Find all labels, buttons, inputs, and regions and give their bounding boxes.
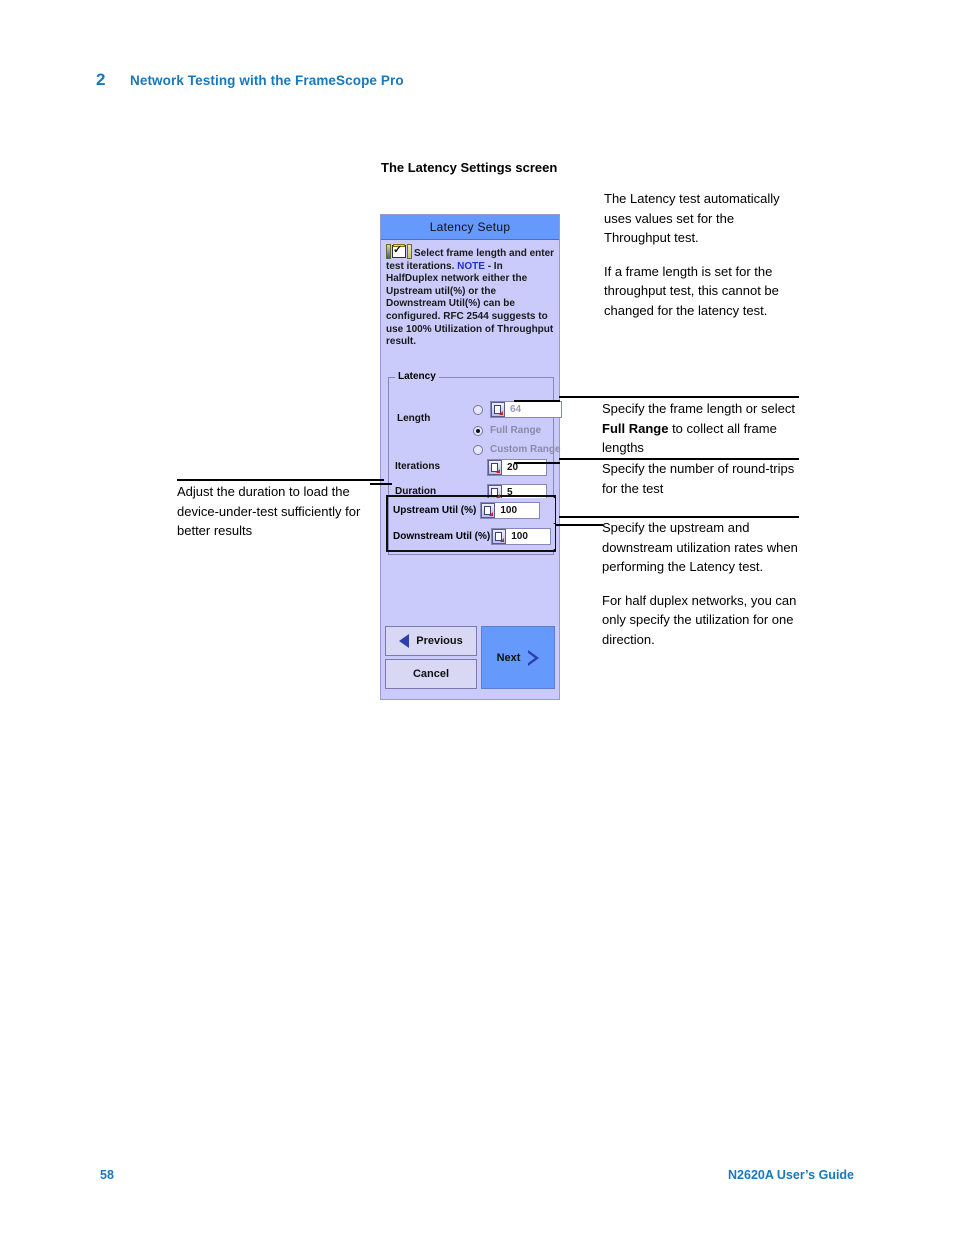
- checklist-icon: ✓: [386, 244, 412, 259]
- downstream-util-row[interactable]: Downstream Util (%) 100: [389, 524, 555, 549]
- upstream-util-label: Upstream Util (%): [393, 505, 477, 516]
- spinner-stepper-icon[interactable]: [481, 503, 496, 518]
- annotation-top-right-p1: The Latency test automatically uses valu…: [604, 191, 780, 245]
- annotation-frame-length-part1: Specify the frame length or select: [602, 401, 795, 416]
- spinner-stepper-icon[interactable]: [488, 460, 502, 475]
- leader-line-iterations: [514, 462, 560, 464]
- chapter-number: 2: [96, 70, 106, 89]
- upstream-util-row[interactable]: Upstream Util (%) 100: [389, 498, 555, 523]
- dialog-title: Latency Setup: [429, 220, 511, 234]
- full-range-label: Full Range: [490, 425, 542, 436]
- spinner-stepper-icon[interactable]: [491, 402, 505, 417]
- annotation-top-right: The Latency test automatically uses valu…: [604, 189, 800, 320]
- upstream-util-value: 100: [500, 505, 518, 516]
- spinner-stepper-icon[interactable]: [492, 529, 507, 544]
- iterations-label-row: Iterations: [395, 461, 440, 472]
- note-body: - In HalfDuplex network either the Upstr…: [386, 260, 554, 348]
- page-running-header: 2 Network Testing with the FrameScope Pr…: [96, 70, 404, 90]
- annotation-utilization: Specify the upstream and downstream util…: [602, 518, 802, 649]
- next-button-label: Next: [496, 651, 521, 664]
- annotation-rule-1: [559, 396, 799, 398]
- footer-guide-title: N2620A User’s Guide: [728, 1168, 854, 1182]
- section-heading: The Latency Settings screen: [381, 160, 558, 175]
- chapter-title: Network Testing with the FrameScope Pro: [130, 73, 404, 88]
- annotation-duration-p1: Adjust the duration to load the device-u…: [177, 484, 361, 538]
- custom-range-radio[interactable]: [473, 444, 483, 455]
- next-button[interactable]: Next: [481, 626, 555, 689]
- annotation-rule-4: [177, 479, 384, 481]
- upstream-util-spinner[interactable]: 100: [480, 502, 541, 519]
- previous-button[interactable]: Previous: [385, 626, 477, 656]
- full-range-row[interactable]: Full Range: [473, 425, 541, 436]
- arrow-left-icon: [399, 634, 410, 648]
- iterations-value: 20: [507, 462, 519, 473]
- utilization-callout-box: Upstream Util (%) 100 Downstream Util (%…: [386, 495, 556, 552]
- length-label: Length: [397, 413, 431, 424]
- leader-line-utilization: [555, 524, 603, 526]
- cancel-button[interactable]: Cancel: [385, 659, 477, 689]
- annotation-utilization-p2: For half duplex networks, you can only s…: [602, 592, 797, 647]
- latency-setup-dialog: Latency Setup ✓ Select frame length and …: [380, 214, 562, 700]
- note-line-1: Select frame length and: [414, 248, 527, 259]
- downstream-util-value: 100: [511, 531, 528, 542]
- annotation-iterations-p1: Specify the number of round-trips for th…: [602, 461, 795, 496]
- latency-fieldset-legend: Latency: [395, 371, 439, 382]
- previous-button-label: Previous: [416, 635, 463, 647]
- iterations-label: Iterations: [395, 461, 441, 472]
- annotation-iterations: Specify the number of round-trips for th…: [602, 459, 802, 498]
- downstream-util-label: Downstream Util (%): [393, 531, 491, 542]
- leader-line-length: [514, 400, 560, 402]
- length-value-radio[interactable]: [473, 404, 483, 415]
- arrow-right-icon: [527, 649, 540, 666]
- annotation-duration: Adjust the duration to load the device-u…: [177, 482, 377, 541]
- cancel-button-label: Cancel: [412, 668, 450, 680]
- footer-page-number: 58: [100, 1168, 114, 1182]
- annotation-top-right-p2: If a frame length is set for the through…: [604, 263, 779, 318]
- length-field-label-row: Length: [397, 413, 430, 424]
- length-spinner[interactable]: 64: [490, 401, 562, 418]
- downstream-util-spinner[interactable]: 100: [491, 528, 552, 545]
- annotation-frame-length: Specify the frame length or select Full …: [602, 399, 802, 458]
- annotation-utilization-p1: Specify the upstream and downstream util…: [602, 520, 798, 574]
- length-custom-row[interactable]: 64: [473, 401, 562, 418]
- annotation-frame-length-bold: Full Range: [602, 420, 669, 436]
- custom-range-row[interactable]: Custom Range: [473, 444, 561, 455]
- full-range-radio[interactable]: [473, 425, 483, 436]
- dialog-note-text: ✓ Select frame length and enter test ite…: [381, 240, 559, 351]
- dialog-titlebar: Latency Setup: [381, 215, 559, 240]
- length-value: 64: [510, 404, 522, 415]
- custom-range-label: Custom Range: [490, 444, 561, 455]
- note-keyword: NOTE: [457, 260, 485, 272]
